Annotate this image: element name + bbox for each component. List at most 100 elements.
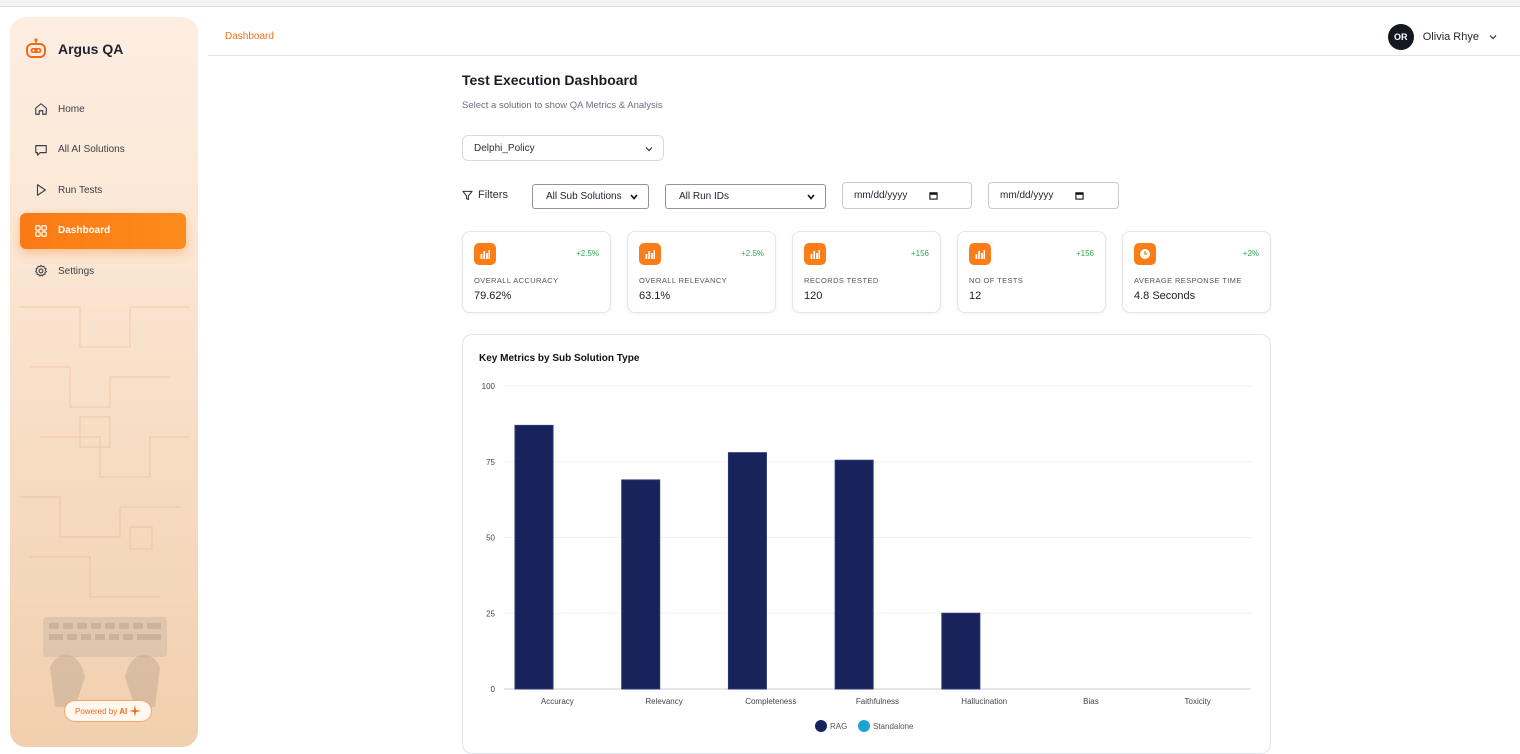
chart-title: Key Metrics by Sub Solution Type bbox=[479, 353, 640, 364]
kpi-label: AVERAGE RESPONSE TIME bbox=[1134, 276, 1242, 285]
bar-rag bbox=[834, 459, 874, 690]
home-icon bbox=[35, 103, 47, 115]
sidebar-item-label: Run Tests bbox=[58, 184, 103, 196]
page-title: Test Execution Dashboard bbox=[462, 72, 638, 88]
powered-by-text: Powered by bbox=[75, 706, 118, 716]
kpi-label: NO OF TESTS bbox=[969, 276, 1024, 285]
kpi-value: 120 bbox=[804, 290, 823, 302]
sidebar-item-label: Settings bbox=[58, 265, 95, 277]
kpi-card-overall-relevancy: +2.5% OVERALL RELEVANCY 63.1% bbox=[627, 231, 776, 313]
sidebar-item-label: Home bbox=[58, 103, 85, 115]
sidebar-item-home[interactable]: Home bbox=[20, 91, 186, 127]
filters-text: Filters bbox=[478, 189, 508, 201]
chevron-down-icon bbox=[630, 194, 638, 200]
sparkle-icon bbox=[129, 705, 142, 717]
x-tick-label: Relevancy bbox=[645, 697, 682, 706]
kpi-delta: +2.5% bbox=[741, 249, 764, 258]
circuit-pattern-icon bbox=[20, 306, 190, 598]
top-border bbox=[0, 0, 1520, 7]
x-tick-label: Bias bbox=[1083, 697, 1099, 706]
filters-label: Filters bbox=[462, 189, 508, 201]
kpi-label: OVERALL ACCURACY bbox=[474, 276, 559, 285]
kpi-card-overall-accuracy: +2.5% OVERALL ACCURACY 79.62% bbox=[462, 231, 611, 313]
kpi-delta: +156 bbox=[910, 249, 929, 258]
y-tick-label: 100 bbox=[482, 382, 496, 391]
avatar: OR bbox=[1387, 24, 1414, 50]
user-name: Olivia Rhye bbox=[1422, 31, 1479, 43]
run-id-select[interactable]: All Run IDs bbox=[665, 184, 826, 209]
sidebar-item-all-ai-solutions[interactable]: All AI Solutions bbox=[20, 132, 186, 168]
solution-select[interactable]: Delphi_Policy bbox=[462, 135, 664, 161]
y-tick-label: 50 bbox=[486, 534, 495, 543]
filter-icon bbox=[462, 190, 473, 200]
legend-swatch-standalone bbox=[858, 720, 870, 732]
kpi-label: RECORDS TESTED bbox=[804, 276, 879, 285]
chevron-down-icon bbox=[1489, 35, 1497, 40]
kpi-value: 63.1% bbox=[639, 290, 671, 302]
date-from-placeholder: mm/dd/yyyy bbox=[854, 190, 908, 201]
chat-icon bbox=[35, 144, 47, 156]
run-id-select-value: All Run IDs bbox=[679, 191, 730, 202]
gear-icon bbox=[35, 264, 47, 277]
play-icon bbox=[36, 184, 46, 196]
sidebar-item-settings[interactable]: Settings bbox=[20, 253, 186, 289]
kpi-card-no-of-tests: +156 NO OF TESTS 12 bbox=[957, 231, 1106, 313]
bar-rag bbox=[727, 452, 767, 690]
legend-label-rag: RAG bbox=[830, 722, 847, 731]
sub-solution-select[interactable]: All Sub Solutions bbox=[532, 184, 649, 209]
kpi-label: OVERALL RELEVANCY bbox=[639, 276, 728, 285]
sidebar-item-run-tests[interactable]: Run Tests bbox=[20, 172, 186, 208]
bar-rag bbox=[941, 612, 981, 690]
x-tick-label: Completeness bbox=[745, 697, 796, 706]
grid-icon bbox=[35, 224, 47, 237]
date-to-input[interactable]: mm/dd/yyyy bbox=[988, 182, 1119, 209]
sidebar-item-label: Dashboard bbox=[58, 225, 111, 236]
bar-chart: 0 25 50 75 100 Accuracy Relevancy Completeness F… bbox=[482, 382, 1251, 732]
breadcrumb[interactable]: Dashboard bbox=[225, 31, 274, 42]
clock-icon bbox=[1134, 243, 1156, 265]
sidebar: Argus QA Home All AI Solutions Run Tests… bbox=[10, 17, 198, 747]
kpi-value: 12 bbox=[969, 290, 982, 302]
brand[interactable]: Argus QA bbox=[24, 37, 123, 61]
page-subtitle: Select a solution to show QA Metrics & A… bbox=[462, 100, 663, 111]
bar-rag bbox=[514, 424, 554, 690]
robot-logo-icon bbox=[26, 38, 46, 58]
bar-chart-icon bbox=[639, 243, 661, 265]
sidebar-item-dashboard[interactable]: Dashboard bbox=[20, 212, 186, 249]
x-tick-label: Toxicity bbox=[1185, 697, 1211, 706]
chevron-down-icon bbox=[807, 194, 815, 200]
bar-chart-icon bbox=[969, 243, 991, 265]
y-tick-label: 0 bbox=[491, 685, 496, 694]
user-menu[interactable]: OR Olivia Rhye bbox=[1387, 24, 1498, 50]
sidebar-nav: Home All AI Solutions Run Tests Dashboar… bbox=[20, 91, 186, 294]
legend-label-standalone: Standalone bbox=[873, 722, 914, 731]
solution-select-value: Delphi_Policy bbox=[474, 142, 535, 154]
y-tick-label: 25 bbox=[486, 609, 495, 618]
kpi-value: 79.62% bbox=[474, 290, 512, 302]
bar-chart-icon bbox=[804, 243, 826, 265]
legend-swatch-rag bbox=[815, 720, 827, 732]
sidebar-item-label: All AI Solutions bbox=[58, 144, 125, 155]
kpi-card-average-response-time: +2% AVERAGE RESPONSE TIME 4.8 Seconds bbox=[1122, 231, 1271, 313]
bar-rag bbox=[621, 479, 661, 690]
x-tick-label: Hallucination bbox=[961, 697, 1007, 706]
kpi-card-records-tested: +156 RECORDS TESTED 120 bbox=[792, 231, 941, 313]
sub-solution-select-value: All Sub Solutions bbox=[546, 191, 622, 202]
top-header: Dashboard OR Olivia Rhye bbox=[208, 17, 1520, 56]
chevron-down-icon bbox=[645, 147, 653, 152]
powered-by-ai-text: AI bbox=[119, 706, 128, 716]
kpi-value: 4.8 Seconds bbox=[1134, 290, 1196, 302]
brand-name: Argus QA bbox=[58, 41, 124, 57]
bar-chart-icon bbox=[474, 243, 496, 265]
calendar-icon[interactable] bbox=[929, 191, 938, 200]
x-tick-label: Accuracy bbox=[541, 697, 574, 706]
x-tick-label: Faithfulness bbox=[856, 697, 899, 706]
y-tick-label: 75 bbox=[486, 458, 495, 467]
calendar-icon[interactable] bbox=[1075, 191, 1084, 200]
kpi-delta: +2.5% bbox=[576, 249, 599, 258]
kpi-delta: +156 bbox=[1075, 249, 1094, 258]
powered-by-ai-badge: Powered by AI bbox=[64, 700, 153, 722]
date-from-input[interactable]: mm/dd/yyyy bbox=[842, 182, 972, 209]
kpi-delta: +2% bbox=[1242, 249, 1259, 258]
date-to-placeholder: mm/dd/yyyy bbox=[1000, 190, 1054, 201]
